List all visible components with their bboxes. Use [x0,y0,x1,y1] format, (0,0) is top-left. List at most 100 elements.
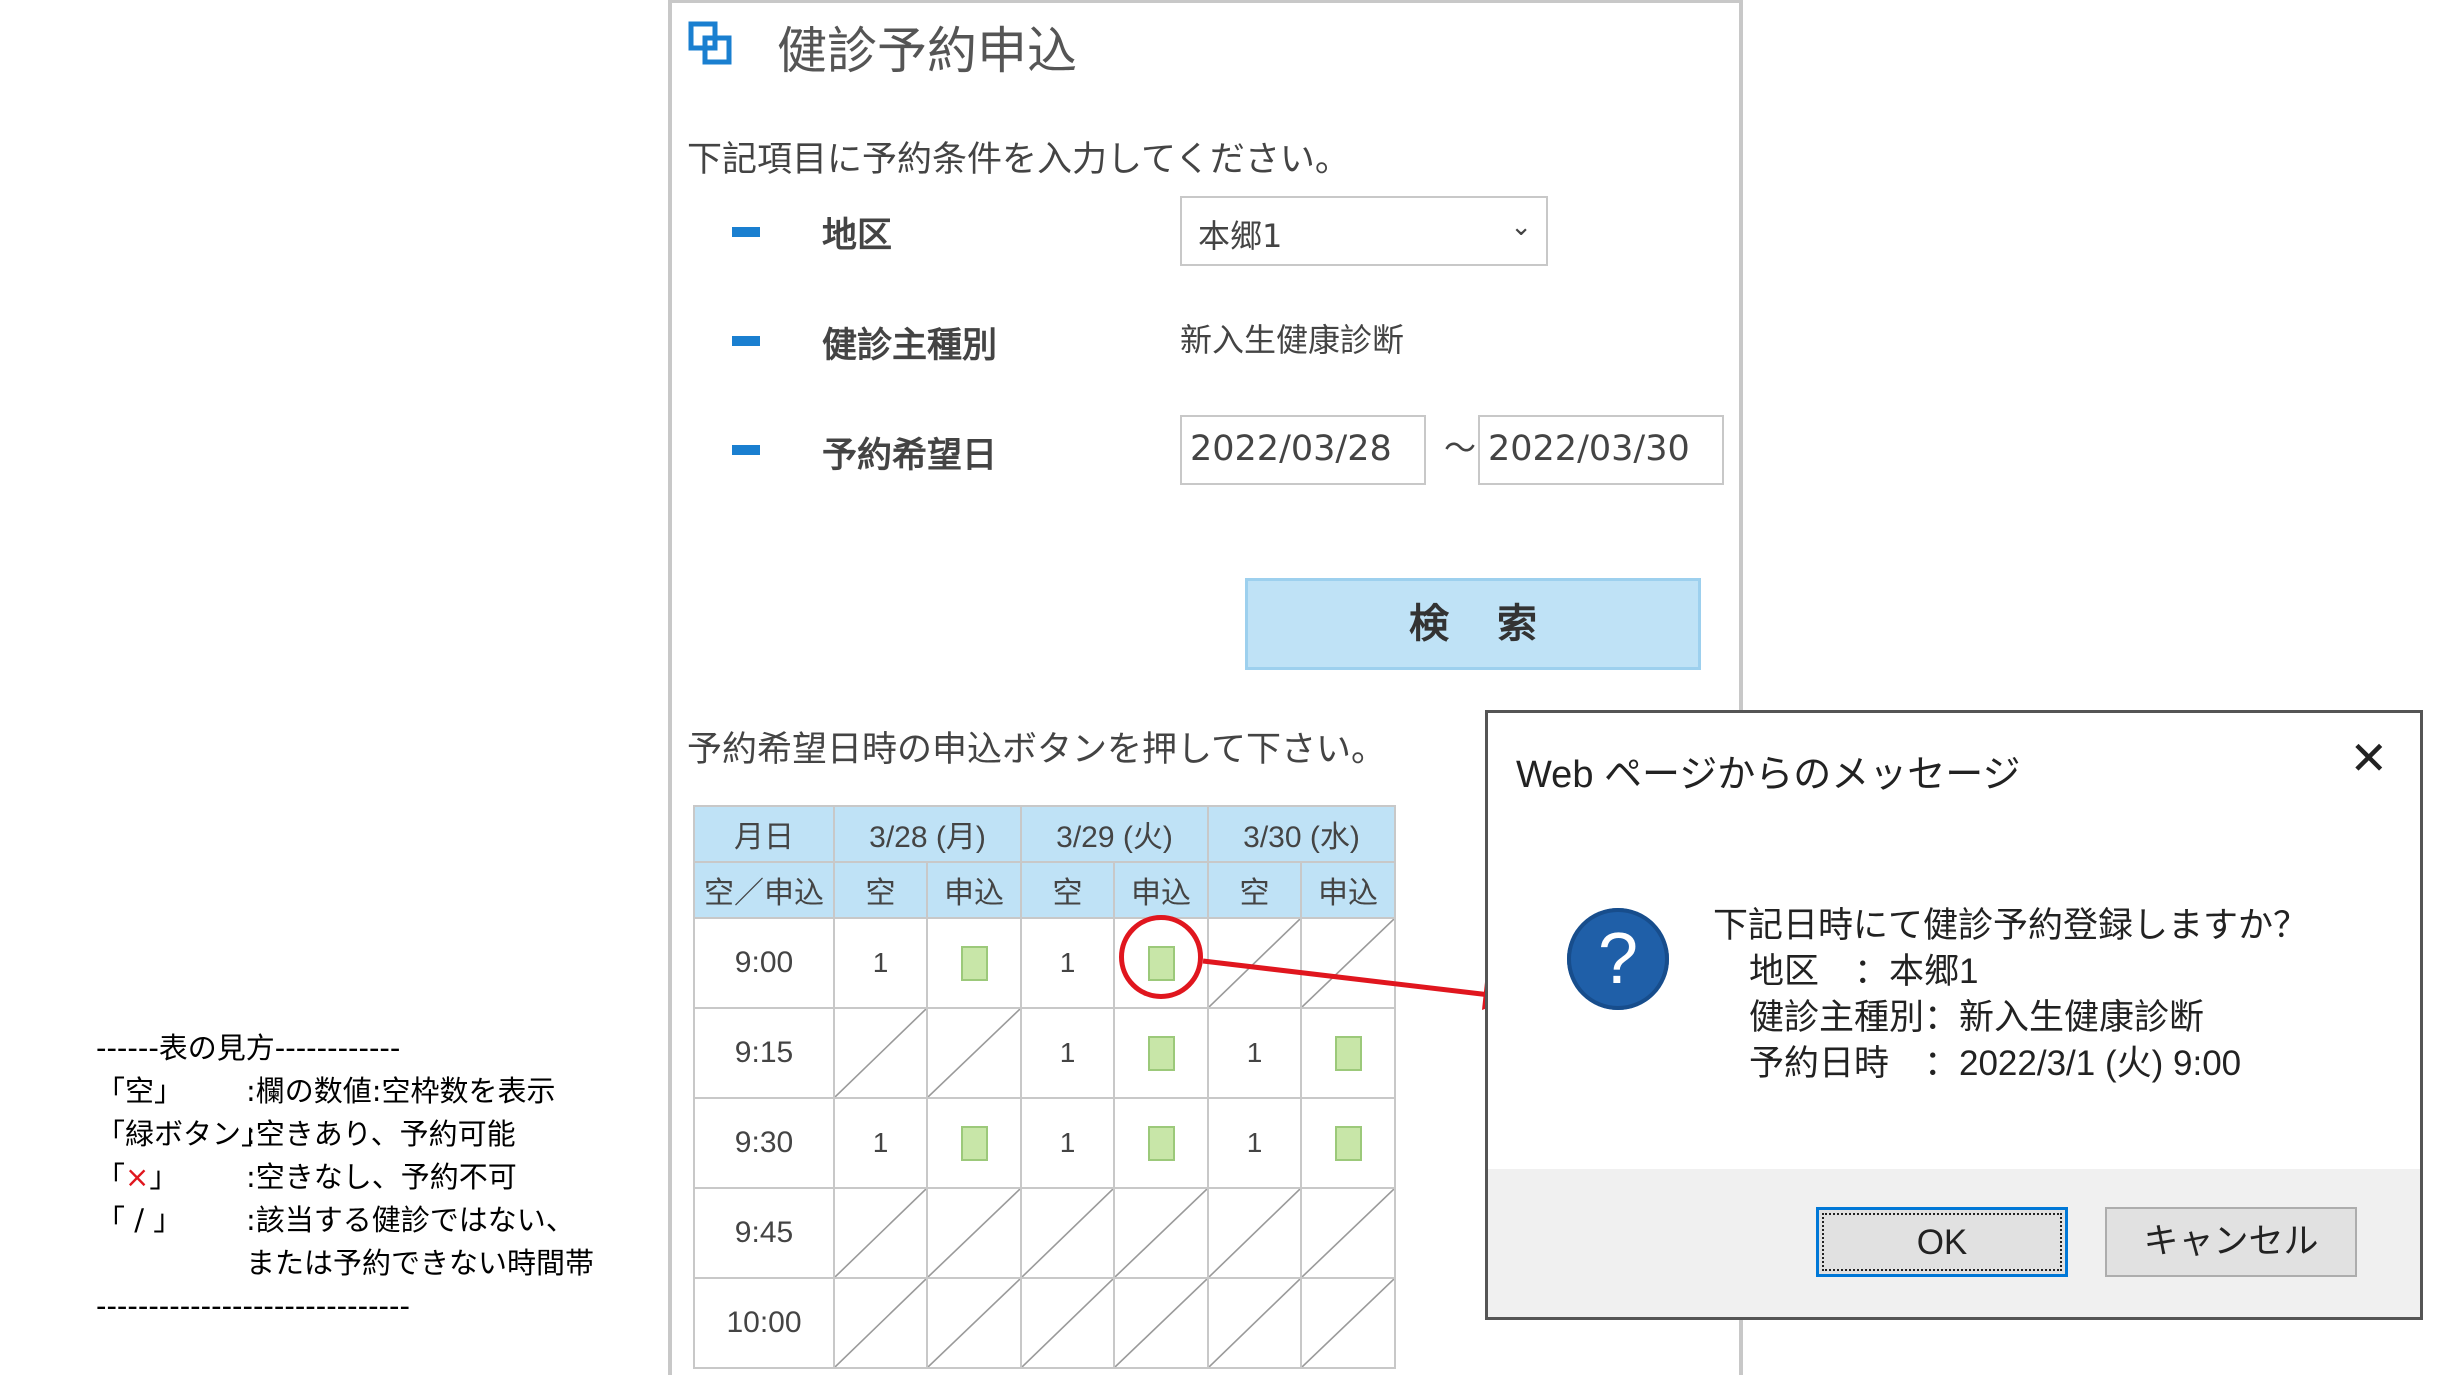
apply-button[interactable] [960,945,988,981]
unavailable-cell [926,1277,1022,1369]
legend-footer: ------------------------------ [96,1289,410,1323]
unavailable-cell [1207,917,1302,1009]
table-subheader: 空／申込 [693,861,835,919]
unavailable-cell [1207,1277,1302,1369]
legend-desc: :空きなし、予約不可 [246,1160,517,1194]
unavailable-cell [926,1007,1022,1099]
table-header-day: 3/30 (水) [1207,805,1396,863]
vacancy-count: 1 [1207,1097,1302,1189]
vacancy-count: 1 [1020,1097,1115,1189]
bullet-dash-icon [732,336,760,346]
windows-icon [688,21,732,65]
table-subheader-apply: 申込 [926,861,1022,919]
unavailable-cell [1300,1187,1396,1279]
dialog-question: 下記日時にて健診予約登録しますか？ [1713,906,2309,945]
intro-text: 下記項目に予約条件を入力してください。 [687,140,1350,180]
unavailable-cell [1020,1187,1115,1279]
unavailable-cell [833,1007,928,1099]
table-row: 9:30 1 1 1 [693,1097,1396,1189]
unavailable-cell [833,1277,928,1369]
legend-key: 「緑ボタン」 [96,1117,271,1151]
apply-cell [926,917,1022,1009]
district-label: 地区 [822,216,893,256]
legend-desc: :該当する健診ではない、 [246,1203,575,1237]
vacancy-count: 1 [1020,917,1115,1009]
dialog-footer: OK キャンセル [1488,1169,2420,1317]
question-icon: ? [1567,908,1669,1010]
legend-desc: :空きあり、予約可能 [246,1117,516,1151]
table-subheader-apply: 申込 [1300,861,1396,919]
apply-button[interactable] [1147,1035,1175,1071]
schedule-table: 月日 3/28 (月) 3/29 (火) 3/30 (水) 空／申込 空 申込 … [693,805,1396,1369]
legend-key: 「空」 [96,1074,184,1108]
apply-button[interactable] [1334,1035,1362,1071]
dialog-type: 健診主種別：新入生健康診断 [1749,998,2205,1037]
bullet-dash-icon [732,227,760,237]
apply-button[interactable] [1334,1125,1362,1161]
ok-button[interactable]: OK [1816,1207,2068,1277]
dialog-datetime: 予約日時 ：2022/3/1 (火) 9:00 [1749,1044,2242,1083]
table-subheader-empty: 空 [1207,861,1302,919]
unavailable-cell [1300,917,1396,1009]
unavailable-cell [1300,1277,1396,1369]
table-row: 9:15 1 1 [693,1007,1396,1099]
table-subheader-empty: 空 [833,861,928,919]
table-header-day: 3/28 (月) [833,805,1022,863]
vacancy-count: 1 [833,1097,928,1189]
time-cell: 10:00 [693,1277,835,1369]
date-from-input[interactable]: 2022/03/28 [1180,415,1426,485]
unavailable-cell [1113,1187,1209,1279]
legend-key: 「×」 [96,1156,246,1199]
legend-row: 「×」 :空きなし、予約不可 [96,1156,594,1199]
search-button[interactable]: 検索 [1245,578,1701,670]
time-cell: 9:15 [693,1007,835,1099]
unavailable-cell [1113,1277,1209,1369]
table-header-date: 月日 [693,805,835,863]
apply-button[interactable] [960,1125,988,1161]
schedule-body: 9:00 1 1 9:15 1 1 9:30 1 1 1 9:45 10:00 [693,917,1396,1369]
apply-button[interactable] [1147,1125,1175,1161]
district-value: 本郷1 [1198,217,1283,255]
confirm-dialog: Web ページからのメッセージ ✕ ? 下記日時にて健診予約登録しますか？ 地区… [1485,710,2423,1320]
vacancy-count: 1 [1207,1007,1302,1099]
page-title: 健診予約申込 [777,22,1077,80]
table-subheader-apply: 申込 [1113,861,1209,919]
apply-cell [926,1097,1022,1189]
unavailable-cell [833,1187,928,1279]
date-separator: ～ [1444,429,1477,467]
legend-row: 「空」 :欄の数値:空枠数を表示 [96,1070,594,1113]
time-cell: 9:30 [693,1097,835,1189]
unavailable-cell [926,1187,1022,1279]
apply-cell [1113,1097,1209,1189]
instruction-text: 予約希望日時の申込ボタンを押して下さい。 [687,730,1386,770]
time-cell: 9:45 [693,1187,835,1279]
date-label: 予約希望日 [822,436,998,476]
legend: ------表の見方------------ 「空」 :欄の数値:空枠数を表示 … [96,1027,594,1328]
date-to-input[interactable]: 2022/03/30 [1478,415,1724,485]
table-row: 9:00 1 1 [693,917,1396,1009]
table-row: 9:45 [693,1187,1396,1279]
apply-cell [1113,1007,1209,1099]
district-select[interactable]: 本郷1 ⌄ [1180,196,1548,266]
cancel-button[interactable]: キャンセル [2105,1207,2357,1277]
legend-continuation: または予約できない時間帯 [246,1246,595,1280]
legend-key: 「 / 」 [96,1203,183,1237]
apply-cell [1300,1097,1396,1189]
dialog-district: 地区 ：本郷1 [1749,952,1979,991]
legend-key-open: 「 [96,1160,126,1194]
type-value: 新入生健康診断 [1180,321,1405,359]
highlight-circle [1119,915,1203,999]
unavailable-cell [1020,1277,1115,1369]
dialog-message: 下記日時にて健診予約登録しますか？ 地区 ：本郷1 健診主種別：新入生健康診断 … [1713,903,2308,1087]
apply-cell [1300,1007,1396,1099]
chevron-down-icon: ⌄ [1510,212,1532,242]
legend-key-close: 」 [149,1160,179,1194]
table-subheader-empty: 空 [1020,861,1115,919]
close-icon[interactable]: ✕ [2349,735,2388,781]
unavailable-cell [1207,1187,1302,1279]
dialog-title: Web ページからのメッセージ [1516,754,2021,796]
vacancy-count: 1 [833,917,928,1009]
legend-row: 「 / 」 :該当する健診ではない、 [96,1199,594,1242]
table-row: 10:00 [693,1277,1396,1369]
vacancy-count: 1 [1020,1007,1115,1099]
